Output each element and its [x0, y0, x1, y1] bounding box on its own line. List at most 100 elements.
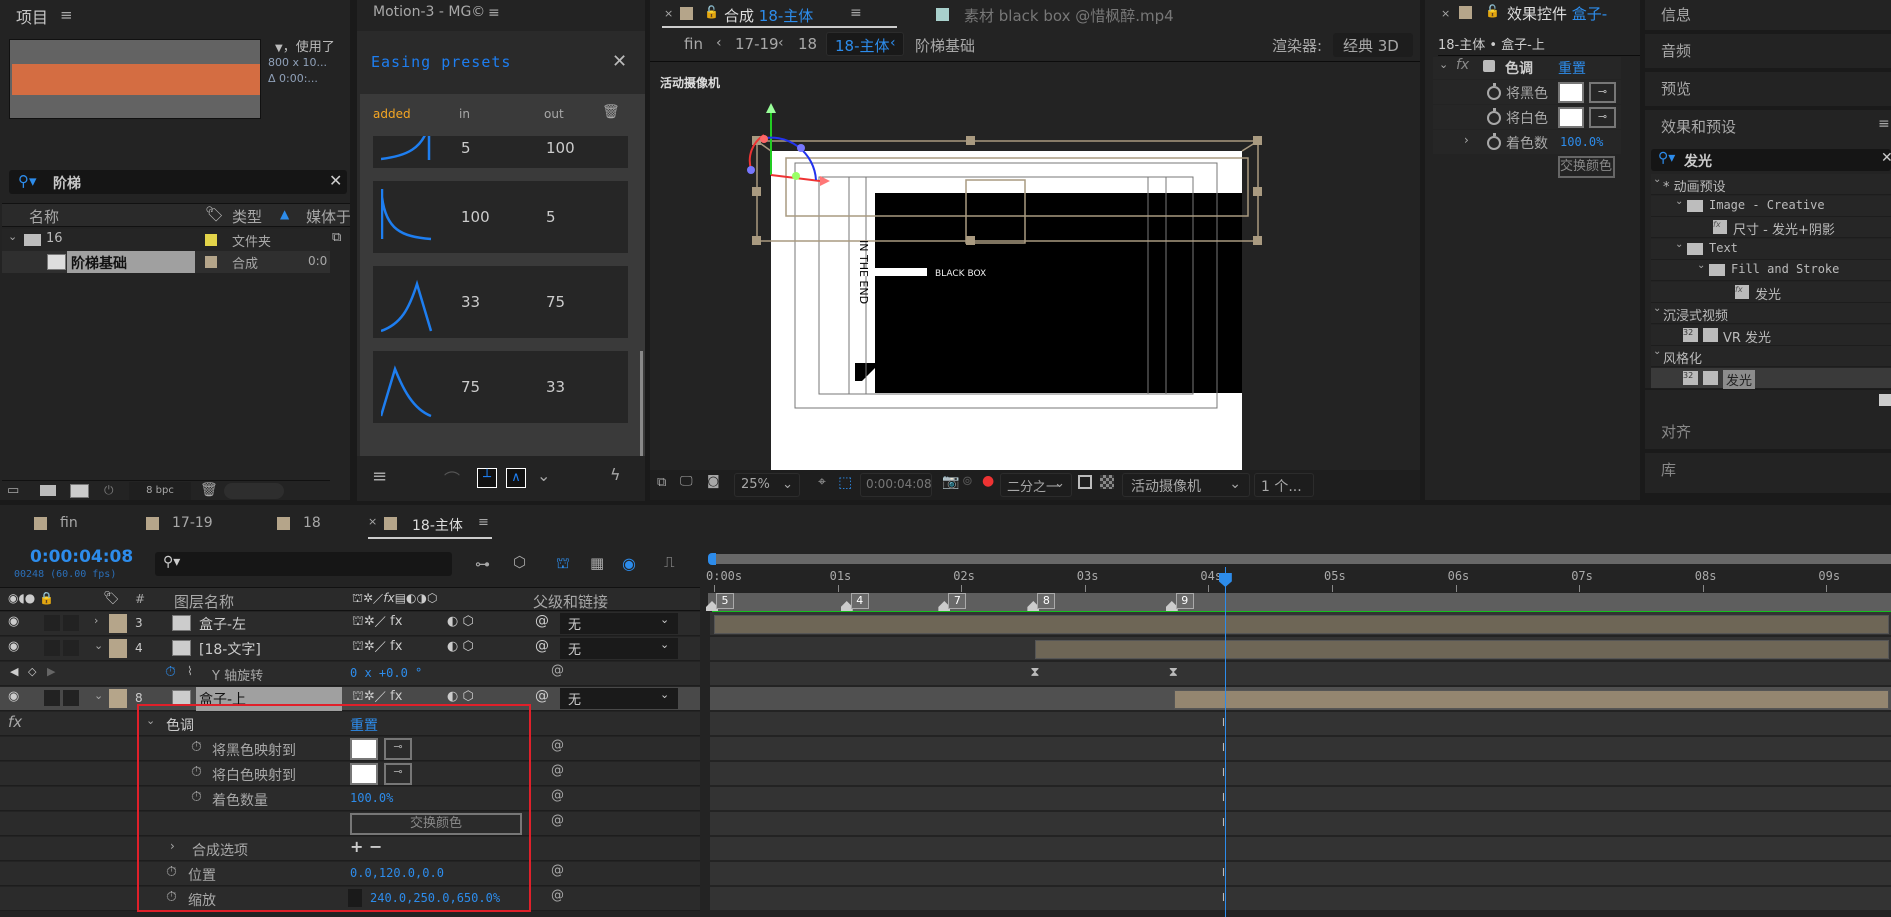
stopwatch-icon[interactable]: ⏱: [165, 664, 176, 680]
stopwatch-icon[interactable]: [1487, 108, 1501, 125]
eye-icon[interactable]: ◉: [8, 689, 19, 704]
views-layout-dropdown[interactable]: 1 个...: [1254, 473, 1314, 497]
color-swatch-black[interactable]: [1558, 82, 1584, 103]
reset-link[interactable]: 重置: [1558, 58, 1586, 78]
navigator-start-handle[interactable]: [708, 553, 716, 565]
draft-3d-icon[interactable]: ⬡: [513, 553, 526, 571]
scrollbar[interactable]: [640, 351, 643, 456]
monitor-icon[interactable]: 🖵: [680, 474, 693, 489]
timeline-tab[interactable]: 18: [303, 515, 321, 531]
3d-layer-icon[interactable]: ◐ ⬡: [447, 639, 474, 654]
graph-icon[interactable]: ⌇: [187, 664, 193, 678]
prop-value[interactable]: 100.0%: [1560, 135, 1603, 149]
effects-search-input[interactable]: 发光: [1684, 151, 1712, 171]
eyedropper-icon[interactable]: ⊸: [1589, 82, 1616, 103]
pick-whip-icon[interactable]: @: [551, 813, 564, 828]
chevron-down-icon[interactable]: ⌄: [1653, 174, 1661, 185]
chevron-down-icon[interactable]: ⌄: [537, 466, 550, 485]
timeline-row[interactable]: ◀ ◇ ▶ ⏱ ⌇ Y 轴旋转 0 x +0.0 ° @: [0, 662, 700, 686]
project-search[interactable]: ⚲▾ 阶梯 ✕: [9, 170, 347, 194]
region-of-interest-icon[interactable]: ⌖: [818, 474, 826, 490]
lock-icon[interactable]: 🔓: [704, 5, 719, 19]
project-item-folder[interactable]: ⌄ 16 文件夹: [2, 229, 330, 251]
next-keyframe-icon[interactable]: ▶: [47, 665, 55, 678]
motion-blur-icon[interactable]: ◉: [622, 554, 636, 573]
chevron-down-icon[interactable]: ⌄: [94, 689, 103, 702]
column-added[interactable]: added: [373, 107, 411, 121]
pick-whip-icon[interactable]: @: [535, 638, 549, 654]
ease-in-out-toggle[interactable]: ∧: [506, 468, 526, 488]
stopwatch-icon[interactable]: [1487, 133, 1501, 150]
graph-editor-icon[interactable]: ⎍: [664, 553, 675, 571]
pick-whip-icon[interactable]: @: [551, 888, 564, 903]
lock-toggle[interactable]: [63, 615, 79, 631]
column-media[interactable]: 媒体于: [306, 206, 350, 227]
preset-item[interactable]: 5 100: [373, 136, 628, 168]
label-color-swatch[interactable]: [109, 689, 127, 708]
preset-item[interactable]: 100 5: [373, 181, 628, 253]
flowchart-icon[interactable]: ⧉: [332, 230, 341, 245]
add-keyframe-icon[interactable]: ◇: [28, 665, 36, 678]
eye-icon[interactable]: ◉: [8, 614, 19, 629]
new-composition-icon[interactable]: [70, 484, 89, 498]
tree-item[interactable]: fx 尺寸 - 发光+阴影: [1651, 217, 1891, 238]
pick-whip-icon[interactable]: @: [551, 663, 564, 678]
close-icon[interactable]: ×: [1441, 7, 1450, 20]
label-color-swatch[interactable]: [205, 256, 217, 268]
pick-whip-icon[interactable]: @: [551, 863, 564, 878]
composition-flowchart-icon[interactable]: ⊶: [475, 555, 490, 573]
pick-whip-icon[interactable]: @: [535, 688, 549, 704]
ease-out-toggle[interactable]: ┴: [477, 468, 497, 488]
parent-link-column[interactable]: 父级和链接: [533, 591, 608, 612]
layer-name[interactable]: 盒子-左: [196, 612, 342, 636]
tree-item[interactable]: ⌄ * 动画预设: [1651, 174, 1891, 195]
pick-whip-icon[interactable]: @: [535, 613, 549, 629]
keyframe-icon[interactable]: ⧗: [1169, 665, 1178, 680]
menu-icon[interactable]: ≡: [488, 5, 500, 21]
eyedropper-icon[interactable]: ⊸: [1589, 107, 1616, 128]
lock-toggle[interactable]: [63, 640, 79, 656]
fx-toggle-icon[interactable]: fx: [1456, 57, 1469, 73]
menu-icon[interactable]: ≡: [850, 5, 862, 21]
tree-item[interactable]: fx 发光: [1651, 281, 1891, 303]
time-navigator[interactable]: [708, 551, 1891, 567]
vr-goggles-icon[interactable]: ◙: [707, 474, 720, 489]
marker-label[interactable]: 8: [1037, 593, 1056, 609]
chevron-down-icon[interactable]: ⌄: [1653, 346, 1661, 357]
camera-snapshot-icon[interactable]: 📷: [942, 474, 959, 490]
breadcrumb-item[interactable]: fin: [684, 35, 703, 53]
tree-item[interactable]: ⌄ Fill and Stroke: [1651, 260, 1891, 281]
chevron-down-icon[interactable]: ⌄: [1697, 260, 1705, 271]
close-icon[interactable]: ✕: [612, 51, 627, 72]
comp-viewport[interactable]: 活动摄像机 BLACK BOX IN THE END: [650, 63, 1420, 470]
chevron-right-icon[interactable]: ›: [1464, 133, 1469, 147]
layer-row[interactable]: ◉ ⌄ 4 [18-文字] ⛫✲⟋ fx ◐ ⬡ @ 无 ⌄: [0, 637, 700, 661]
close-icon[interactable]: ×: [664, 7, 673, 20]
stopwatch-icon[interactable]: [1487, 83, 1501, 100]
preview-panel-header[interactable]: 预览: [1645, 72, 1891, 106]
pick-whip-icon[interactable]: @: [551, 738, 564, 753]
breadcrumb-current[interactable]: 18-主体 ‹: [826, 32, 904, 56]
resolution-dropdown[interactable]: 二分之一 ⌄: [1000, 473, 1072, 497]
lightning-icon[interactable]: ϟ: [610, 465, 621, 484]
align-panel-header[interactable]: 对齐: [1645, 415, 1891, 449]
label-color-swatch[interactable]: [109, 639, 127, 658]
project-search-input[interactable]: 阶梯: [53, 173, 81, 193]
column-name[interactable]: 名称: [29, 206, 59, 227]
panel-flyout-icon[interactable]: [1879, 394, 1891, 406]
chevron-right-icon[interactable]: ›: [94, 614, 98, 627]
layer-row[interactable]: ◉ › 3 盒子-左 ⛫✲⟋ fx ◐ ⬡ @ 无 ⌄: [0, 612, 700, 636]
effects-search[interactable]: ⚲▾ 发光 ✕: [1651, 149, 1891, 171]
chevron-down-icon[interactable]: ⌄: [8, 230, 17, 243]
scrollbar[interactable]: [224, 483, 284, 499]
prop-value[interactable]: 0 x +0.0 °: [350, 666, 422, 680]
layer-duration-bar[interactable]: [1173, 690, 1889, 709]
comp-tab[interactable]: × 🔓 合成 18-主体 ≡: [662, 2, 897, 28]
layer-name[interactable]: [18-文字]: [196, 637, 342, 661]
preset-item[interactable]: 75 33: [373, 351, 628, 423]
preset-item[interactable]: 33 75: [373, 266, 628, 338]
solo-toggle[interactable]: [44, 640, 60, 656]
tree-item[interactable]: ⌄ 沉浸式视频: [1651, 303, 1891, 324]
layer-switches[interactable]: ⛫✲⟋ fx: [352, 639, 402, 656]
render-icon[interactable]: ⏻: [104, 483, 114, 498]
